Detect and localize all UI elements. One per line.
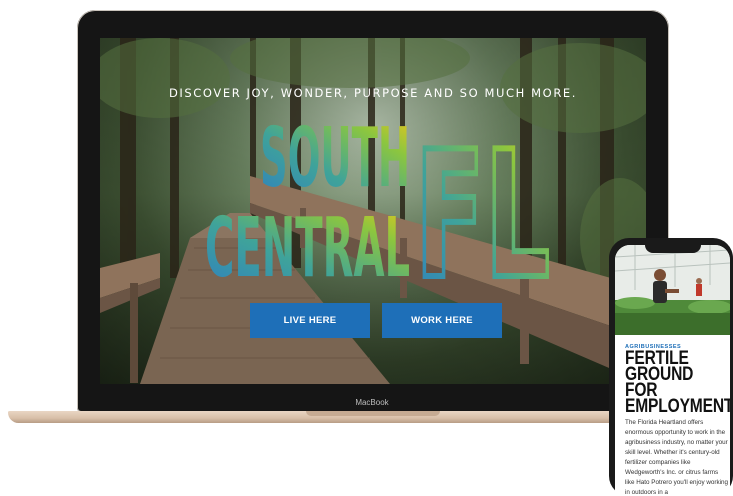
article-body: The Florida Heartland offers enormous op… [625,419,729,496]
phone-screen: AGRIBUSINESSES FERTILE GROUND FOR EMPLOY… [615,245,730,496]
greenhouse-worker-image [615,245,730,335]
macbook-label: MacBook [355,398,389,407]
logo-word-central: CENTRAL [205,201,410,286]
logo-word-south: SOUTH [260,111,410,206]
laptop-screen: DISCOVER JOY, WONDER, PURPOSE AND SO MUC… [100,38,646,384]
work-here-button[interactable]: WORK HERE [382,303,502,338]
phone-notch [645,243,701,253]
south-central-fl-logo: SOUTH CENTRAL FL [205,111,553,286]
hero-tagline: DISCOVER JOY, WONDER, PURPOSE AND SO MUC… [168,86,578,100]
laptop-hinge-notch [306,411,440,416]
logo-monogram-fl: FL [415,115,550,286]
live-here-button[interactable]: LIVE HERE [250,303,370,338]
article-headline: FERTILE GROUND FOR EMPLOYMENT [625,348,730,417]
